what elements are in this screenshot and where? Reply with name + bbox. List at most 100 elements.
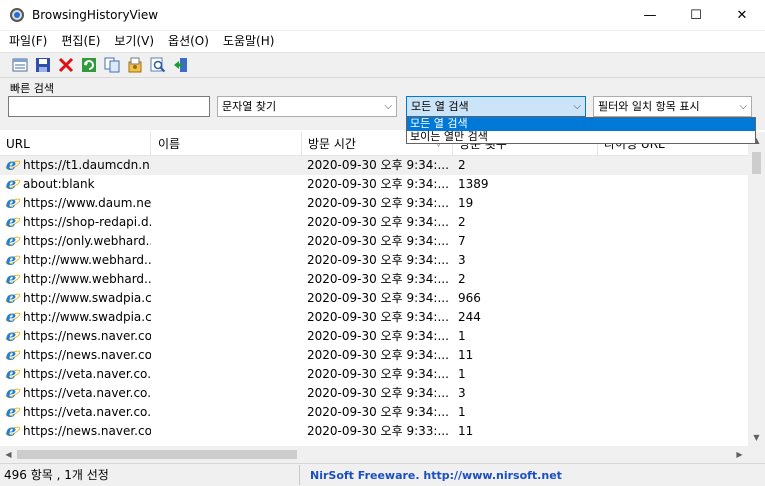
title-cell	[151, 384, 301, 403]
scroll-down-icon[interactable]: ▼	[748, 429, 765, 446]
html-report-icon[interactable]	[123, 54, 146, 76]
internet-explorer-icon: e	[4, 194, 22, 212]
table-row[interactable]: e https://only.webhard.... 2020-09-30 오후 9…	[0, 232, 748, 251]
visit-count-cell: 3	[458, 386, 466, 400]
typed-url-cell	[597, 213, 748, 232]
menu-help[interactable]: 도움말(H)	[216, 31, 282, 51]
table-row[interactable]: e https://news.naver.co... 2020-09-30 오후 9…	[0, 327, 748, 346]
horizontal-scroll-thumb[interactable]	[17, 450, 297, 459]
url-text: http://www.webhard....	[23, 253, 151, 267]
visit-count-cell: 19	[458, 196, 474, 210]
table-row[interactable]: e https://news.naver.co... 2020-09-30 오후 9…	[0, 346, 748, 365]
scroll-right-icon[interactable]: ▶	[731, 446, 748, 463]
visit-time-cell: 2020-09-30 오후 9:34:...	[307, 310, 449, 324]
table-row[interactable]: e about:blank 2020-09-30 오후 9:34:... 1389	[0, 175, 748, 194]
table-row[interactable]: e http://www.swadpia.c... 2020-09-30 오후 9:…	[0, 289, 748, 308]
table-row[interactable]: e https://t1.daumcdn.n... 2020-09-30 오후 9:…	[0, 156, 748, 175]
scroll-left-icon[interactable]: ◀	[0, 446, 17, 463]
table-row[interactable]: e http://www.swadpia.c... 2020-09-30 오후 9:…	[0, 308, 748, 327]
visit-count-cell: 2	[458, 215, 466, 229]
internet-explorer-icon: e	[4, 308, 22, 326]
exit-icon[interactable]	[169, 54, 192, 76]
table-row[interactable]: e http://www.webhard.... 2020-09-30 오후 9:3…	[0, 270, 748, 289]
properties-icon[interactable]	[8, 54, 31, 76]
scrollbar-corner	[748, 446, 765, 463]
url-cell: e https://t1.daumcdn.n...	[0, 156, 151, 175]
typed-url-cell	[597, 251, 748, 270]
menu-view[interactable]: 보기(V)	[107, 31, 161, 51]
url-cell: e http://www.webhard....	[0, 251, 151, 270]
visit-time-cell: 2020-09-30 오후 9:33:...	[307, 424, 449, 438]
maximize-button[interactable]: ☐	[673, 0, 719, 31]
search-scope-select[interactable]: 모든 열 검색 ⌵	[406, 96, 586, 117]
visit-count-cell: 2	[458, 158, 466, 172]
vertical-scrollbar[interactable]: ▲ ▼	[748, 132, 765, 446]
column-header-url[interactable]: URL	[0, 132, 151, 156]
vertical-scroll-thumb[interactable]	[752, 152, 761, 174]
typed-url-cell	[597, 232, 748, 251]
typed-url-cell	[597, 156, 748, 175]
internet-explorer-icon: e	[4, 365, 22, 383]
filter-mode-select[interactable]: 필터와 일치 항목 표시 ⌵	[593, 96, 752, 117]
app-icon	[9, 7, 25, 23]
url-text: about:blank	[23, 177, 95, 191]
url-text: https://www.daum.net/	[23, 196, 151, 210]
visit-time-cell: 2020-09-30 오후 9:34:...	[307, 158, 449, 172]
dropdown-option-visible-columns[interactable]: 보이는 열만 검색	[407, 130, 755, 144]
url-text: https://shop-redapi.d...	[23, 215, 151, 229]
internet-explorer-icon: e	[4, 327, 22, 345]
internet-explorer-icon: e	[4, 384, 22, 402]
title-cell	[151, 232, 301, 251]
menu-options[interactable]: 옵션(O)	[161, 31, 216, 51]
internet-explorer-icon: e	[4, 346, 22, 364]
url-text: https://t1.daumcdn.n...	[23, 158, 151, 172]
typed-url-cell	[597, 194, 748, 213]
save-icon[interactable]	[31, 54, 54, 76]
search-mode-select[interactable]: 문자열 찾기 ⌵	[217, 96, 397, 117]
title-cell	[151, 194, 301, 213]
visit-count-cell: 966	[458, 291, 481, 305]
table-row[interactable]: e https://veta.naver.co... 2020-09-30 오후 9…	[0, 403, 748, 422]
visit-time-cell: 2020-09-30 오후 9:34:...	[307, 196, 449, 210]
internet-explorer-icon: e	[4, 422, 22, 440]
column-header-title[interactable]: 이름	[151, 132, 302, 156]
typed-url-cell	[597, 270, 748, 289]
typed-url-cell	[597, 365, 748, 384]
visit-time-cell: 2020-09-30 오후 9:34:...	[307, 177, 449, 191]
find-icon[interactable]	[146, 54, 169, 76]
typed-url-cell	[597, 403, 748, 422]
table-row[interactable]: e https://veta.naver.co... 2020-09-30 오후 9…	[0, 384, 748, 403]
refresh-icon[interactable]	[77, 54, 100, 76]
delete-icon[interactable]	[54, 54, 77, 76]
menu-edit[interactable]: 편집(E)	[54, 31, 107, 51]
url-text: http://www.swadpia.c...	[23, 291, 151, 305]
visit-count-cell: 7	[458, 234, 466, 248]
table-row[interactable]: e https://shop-redapi.d... 2020-09-30 오후 9…	[0, 213, 748, 232]
internet-explorer-icon: e	[4, 270, 22, 288]
typed-url-cell	[597, 327, 748, 346]
horizontal-scrollbar[interactable]: ◀ ▶	[0, 446, 748, 463]
visit-time-cell: 2020-09-30 오후 9:34:...	[307, 272, 449, 286]
table-row[interactable]: e https://veta.naver.co... 2020-09-30 오후 9…	[0, 365, 748, 384]
table-row[interactable]: e http://www.webhard.... 2020-09-30 오후 9:3…	[0, 251, 748, 270]
menu-file[interactable]: 파일(F)	[2, 31, 54, 51]
url-text: https://only.webhard....	[23, 234, 151, 248]
visit-time-cell: 2020-09-30 오후 9:34:...	[307, 386, 449, 400]
chevron-down-icon: ⌵	[739, 101, 747, 112]
url-cell: e https://veta.naver.co...	[0, 365, 151, 384]
close-button[interactable]: ✕	[719, 0, 765, 31]
search-scope-dropdown: 모든 열 검색 보이는 열만 검색	[406, 117, 756, 144]
title-cell	[151, 403, 301, 422]
internet-explorer-icon: e	[4, 403, 22, 421]
table-row[interactable]: e https://news.naver.co... 2020-09-30 오후 9…	[0, 422, 748, 441]
quick-search-input[interactable]	[8, 96, 210, 117]
url-cell: e http://www.swadpia.c...	[0, 289, 151, 308]
copy-icon[interactable]	[100, 54, 123, 76]
url-cell: e https://only.webhard....	[0, 232, 151, 251]
nirsoft-link[interactable]: NirSoft Freeware. http://www.nirsoft.net	[300, 469, 562, 482]
table-row[interactable]: e https://www.daum.net/2020-09-30 오후 9:34…	[0, 194, 748, 213]
url-cell: e http://www.swadpia.c...	[0, 308, 151, 327]
dropdown-option-all-columns[interactable]: 모든 열 검색	[407, 118, 755, 131]
internet-explorer-icon: e	[4, 175, 22, 193]
minimize-button[interactable]: —	[627, 0, 673, 31]
